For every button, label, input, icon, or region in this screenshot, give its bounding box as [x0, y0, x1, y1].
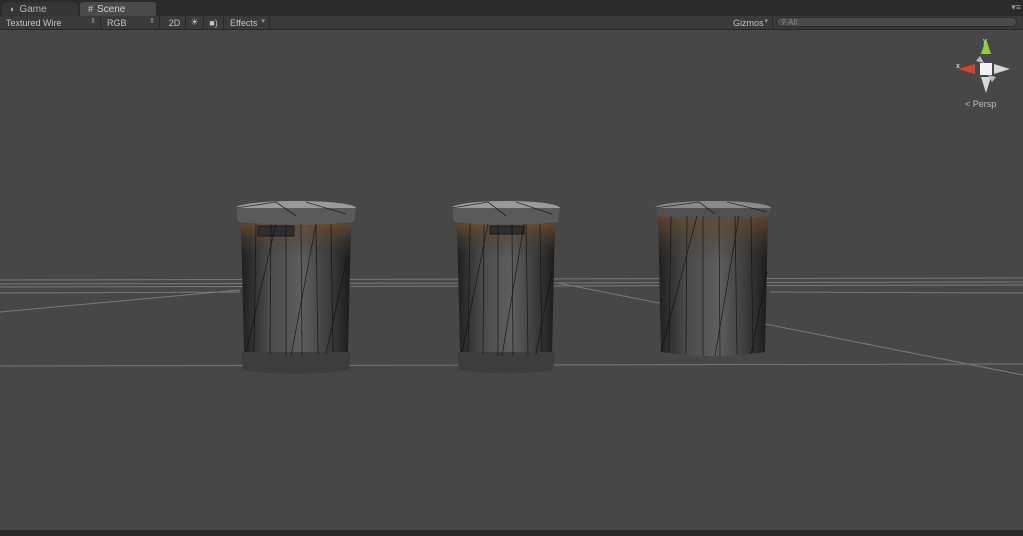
dropdown-arrow-icon: ⇕	[90, 18, 96, 25]
bottom-border	[0, 530, 1023, 536]
toggle-2d-label: 2D	[168, 17, 181, 28]
trash-can-3	[654, 201, 771, 357]
audio-toggle-button[interactable]: ■)	[204, 16, 224, 29]
projection-toggle[interactable]: < Persp	[965, 99, 996, 109]
tab-bar: ◐ Game # Scene ▾≡	[0, 0, 1023, 16]
search-input[interactable]	[788, 17, 989, 27]
gizmo-y-label: y	[983, 38, 987, 45]
trash-can-1	[235, 201, 356, 374]
trash-can-2	[451, 201, 560, 374]
render-mode-dropdown[interactable]: RGB ⇕	[103, 16, 160, 29]
scene-orientation-gizmo	[958, 39, 1010, 93]
gizmo-neg-y-arrow	[981, 77, 991, 93]
render-mode-label: RGB	[107, 17, 127, 28]
lighting-toggle-button[interactable]: ☀	[186, 16, 204, 29]
tab-scene[interactable]: # Scene	[80, 2, 156, 16]
draw-mode-label: Textured Wire	[6, 17, 62, 28]
gizmos-label: Gizmos	[733, 17, 764, 28]
effects-label: Effects	[230, 17, 258, 28]
search-icon: ⚲	[781, 19, 787, 26]
scene-grid-icon: #	[88, 3, 94, 14]
tab-menu-icon[interactable]: ▾≡	[1011, 3, 1021, 12]
scene-render	[0, 39, 1023, 376]
gizmos-dropdown[interactable]: Gizmos ▾	[729, 16, 773, 29]
game-controller-icon: ◐	[10, 3, 16, 14]
dropdown-arrow-icon: ▾	[764, 18, 768, 25]
tab-game-label: Game	[19, 3, 47, 15]
hierarchy-search[interactable]: ⚲	[776, 17, 1017, 27]
tab-scene-label: Scene	[97, 3, 126, 15]
sun-icon: ☀	[190, 17, 199, 27]
toggle-2d-button[interactable]: 2D	[164, 16, 186, 29]
tab-game[interactable]: ◐ Game	[2, 2, 78, 16]
gizmo-neg-x-arrow	[994, 64, 1010, 74]
draw-mode-dropdown[interactable]: Textured Wire ⇕	[2, 16, 101, 29]
gizmo-center-cube	[980, 63, 992, 75]
dropdown-arrow-icon: ▾	[261, 18, 265, 25]
dropdown-arrow-icon: ⇕	[149, 18, 155, 25]
gizmo-x-arrow	[958, 64, 975, 74]
speaker-icon: ■)	[209, 17, 218, 28]
effects-dropdown[interactable]: Effects ▾	[226, 16, 270, 29]
scene-viewport[interactable]: y x < Persp	[0, 30, 1023, 530]
gizmo-x-label: x	[956, 63, 960, 70]
scene-toolbar: Textured Wire ⇕ RGB ⇕ 2D ☀ ■) Effects ▾ …	[0, 16, 1023, 30]
